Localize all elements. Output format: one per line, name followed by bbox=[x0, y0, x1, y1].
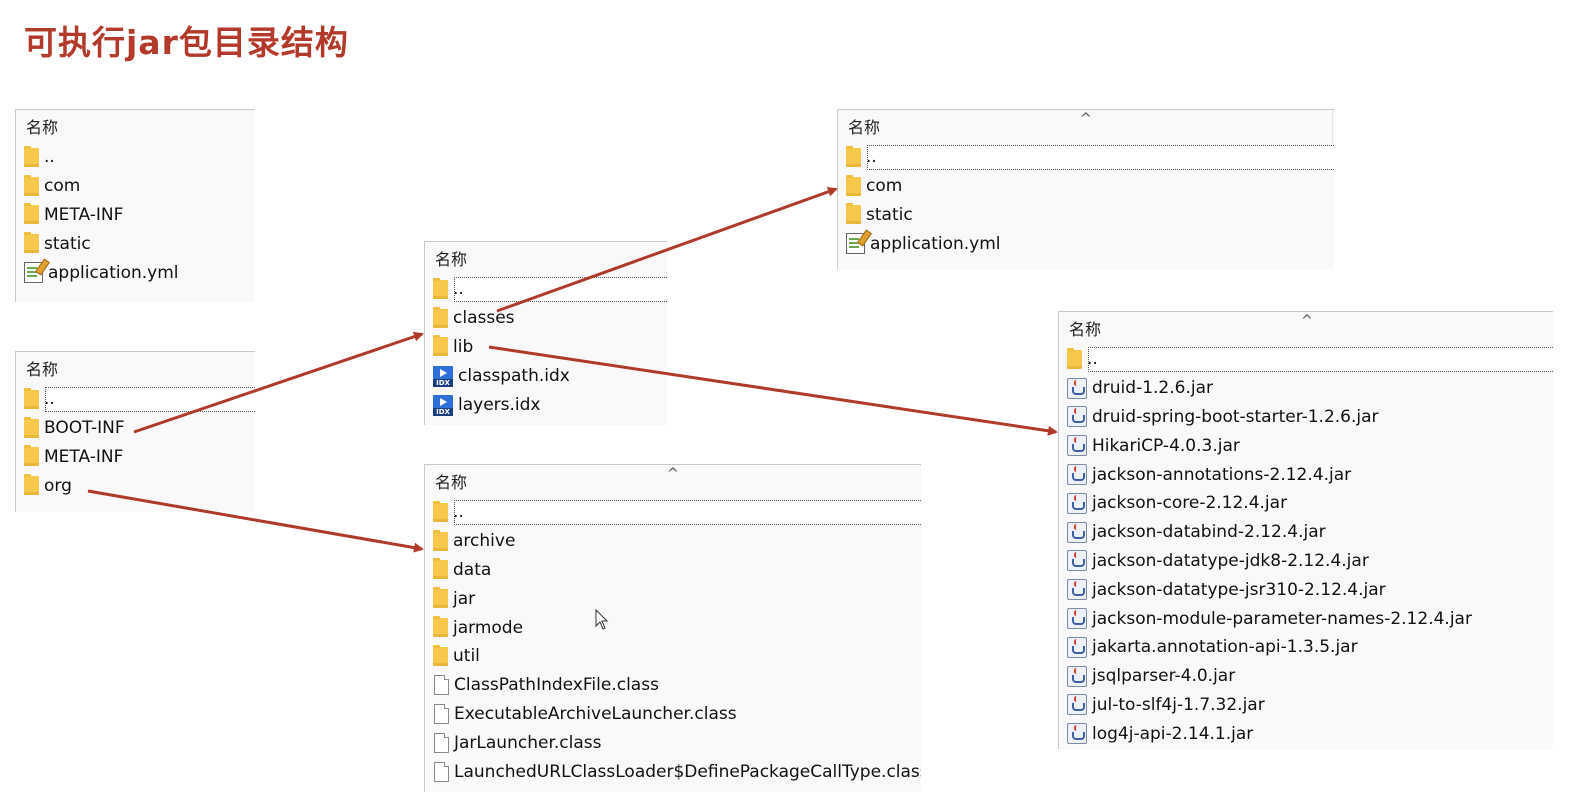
list-item-label: .. bbox=[866, 147, 877, 168]
arrow-classes-to-classes-panel bbox=[496, 187, 838, 313]
navigation-arrows bbox=[87, 187, 1058, 553]
list-item-label: .. bbox=[44, 389, 55, 410]
list-item-label: .. bbox=[1087, 349, 1098, 370]
arrow-lib-to-lib-panel bbox=[488, 345, 1058, 436]
arrow-boot-inf-to-boot-inf-panel bbox=[133, 331, 424, 434]
arrow-org-to-loader-panel bbox=[87, 489, 424, 553]
list-item-label: .. bbox=[453, 279, 464, 300]
list-item-label: .. bbox=[453, 502, 464, 523]
mouse-cursor-icon bbox=[595, 609, 609, 630]
